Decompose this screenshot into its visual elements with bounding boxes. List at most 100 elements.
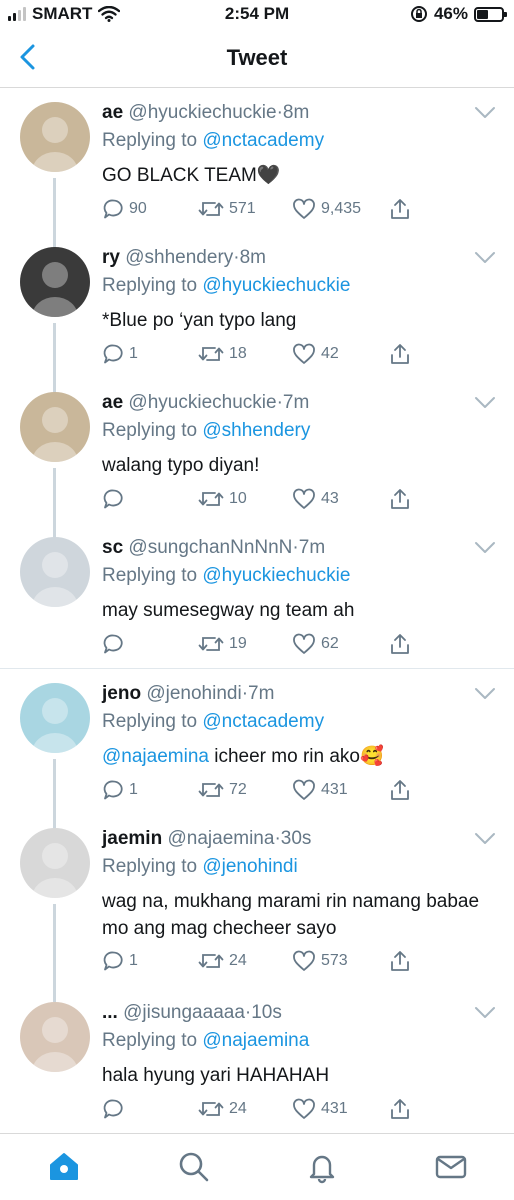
retweet-button[interactable]: 19 [198, 633, 247, 655]
replying-to-handle[interactable]: @hyuckiechuckie [202, 565, 350, 586]
retweet-count: 18 [229, 345, 247, 362]
tweet[interactable]: ae @hyuckiechuckie·7m Replying to @shhend… [0, 380, 514, 520]
tweet[interactable]: jeno @jenohindi·7m Replying to @nctacadem… [0, 671, 514, 811]
like-count: 42 [321, 345, 339, 362]
reply-icon [103, 199, 123, 219]
search-tab-icon[interactable] [177, 1150, 211, 1184]
home-tab-icon[interactable] [47, 1150, 81, 1184]
chevron-down-icon[interactable] [474, 1006, 496, 1020]
avatar[interactable] [20, 247, 90, 317]
chevron-down-icon[interactable] [474, 251, 496, 265]
display-name[interactable]: jeno [102, 683, 141, 704]
messages-tab-icon[interactable] [434, 1150, 468, 1184]
user-handle[interactable]: @jenohindi [146, 683, 241, 704]
chevron-down-icon[interactable] [474, 832, 496, 846]
retweet-icon [198, 637, 224, 651]
user-handle[interactable]: @najaemina [167, 828, 274, 849]
display-name[interactable]: jaemin [102, 828, 162, 849]
like-button[interactable]: 573 [292, 950, 348, 972]
user-handle[interactable]: @sungchanNnNnN [128, 537, 292, 558]
display-name[interactable]: ... [102, 1002, 118, 1023]
mention-link[interactable]: @najaemina [102, 746, 209, 767]
chevron-down-icon[interactable] [474, 106, 496, 120]
like-button[interactable]: 431 [292, 779, 348, 801]
reply-button[interactable] [102, 1098, 129, 1120]
avatar[interactable] [20, 102, 90, 172]
retweet-button[interactable]: 18 [198, 343, 247, 365]
tweet[interactable]: ... @jisungaaaaa·10s Replying to @najaemi… [0, 990, 514, 1130]
like-button[interactable]: 9,435 [292, 198, 361, 220]
like-button[interactable]: 431 [292, 1098, 348, 1120]
thread-divider [0, 668, 514, 669]
avatar[interactable] [20, 828, 90, 898]
reply-button[interactable]: 90 [102, 198, 147, 220]
like-heart-icon [293, 343, 315, 364]
like-heart-icon [293, 488, 315, 509]
replying-to-handle[interactable]: @shhendery [202, 420, 310, 441]
share-button[interactable] [389, 1098, 411, 1120]
display-name[interactable]: ae [102, 102, 123, 123]
tweet-actions: 1 18 42 [102, 343, 422, 369]
replying-to-handle[interactable]: @nctacademy [202, 130, 324, 151]
chevron-down-icon[interactable] [474, 687, 496, 701]
share-button[interactable] [389, 950, 411, 972]
display-name[interactable]: sc [102, 537, 123, 558]
reply-button[interactable]: 1 [102, 343, 138, 365]
retweet-button[interactable]: 10 [198, 488, 247, 510]
retweet-button[interactable]: 72 [198, 779, 247, 801]
replying-to-label: Replying to [102, 1030, 198, 1051]
like-heart-icon [293, 1098, 315, 1119]
retweet-icon [198, 202, 224, 216]
replying-to-handle[interactable]: @nctacademy [202, 711, 324, 732]
user-handle[interactable]: @shhendery [125, 247, 233, 268]
tweet[interactable]: sc @sungchanNnNnN·7m Replying to @hyuckie… [0, 525, 514, 665]
reply-button[interactable]: 1 [102, 779, 138, 801]
retweet-button[interactable]: 24 [198, 950, 247, 972]
share-icon [391, 1099, 409, 1119]
avatar[interactable] [20, 537, 90, 607]
orientation-lock-icon [410, 6, 427, 22]
user-handle[interactable]: @hyuckiechuckie [128, 392, 276, 413]
share-button[interactable] [389, 488, 411, 510]
avatar[interactable] [20, 392, 90, 462]
share-button[interactable] [389, 779, 411, 801]
reply-button[interactable] [102, 488, 129, 510]
tweet-actions: 1 72 431 [102, 779, 422, 805]
like-button[interactable]: 62 [292, 633, 339, 655]
chevron-down-icon[interactable] [474, 541, 496, 555]
replying-to-label: Replying to [102, 565, 198, 586]
avatar[interactable] [20, 1002, 90, 1072]
like-heart-icon [293, 633, 315, 654]
share-button[interactable] [389, 198, 411, 220]
user-handle[interactable]: @jisungaaaaa [123, 1002, 245, 1023]
tweet-header: jeno @jenohindi·7m [102, 683, 274, 705]
retweet-button[interactable]: 571 [198, 198, 256, 220]
tweet-body: walang typo diyan! [102, 455, 260, 476]
tweet-text: GO BLACK TEAM🖤 [102, 162, 492, 189]
retweet-button[interactable]: 24 [198, 1098, 247, 1120]
reply-icon [103, 780, 123, 800]
reply-button[interactable] [102, 633, 129, 655]
tweet[interactable]: jaemin @najaemina·30s Replying to @jenohi… [0, 816, 514, 986]
share-button[interactable] [389, 633, 411, 655]
retweet-icon [198, 347, 224, 361]
tweet-body: *Blue po ‘yan typo lang [102, 310, 297, 331]
replying-to-handle[interactable]: @hyuckiechuckie [202, 275, 350, 296]
tweet[interactable]: ae @hyuckiechuckie·8m Replying to @nctaca… [0, 90, 514, 230]
chevron-down-icon[interactable] [474, 396, 496, 410]
tweet[interactable]: ry @shhendery·8m Replying to @hyuckiechuc… [0, 235, 514, 375]
replying-to-label: Replying to [102, 711, 198, 732]
avatar[interactable] [20, 683, 90, 753]
like-button[interactable]: 42 [292, 343, 339, 365]
tweet-actions: 90 571 9,435 [102, 198, 422, 224]
share-button[interactable] [389, 343, 411, 365]
reply-button[interactable]: 1 [102, 950, 138, 972]
notifications-tab-icon[interactable] [305, 1150, 339, 1184]
replying-to-handle[interactable]: @najaemina [202, 1030, 309, 1051]
user-handle[interactable]: @hyuckiechuckie [128, 102, 276, 123]
like-button[interactable]: 43 [292, 488, 339, 510]
replying-to-handle[interactable]: @jenohindi [202, 856, 297, 877]
display-name[interactable]: ae [102, 392, 123, 413]
replying-to-label: Replying to [102, 856, 198, 877]
display-name[interactable]: ry [102, 247, 120, 268]
